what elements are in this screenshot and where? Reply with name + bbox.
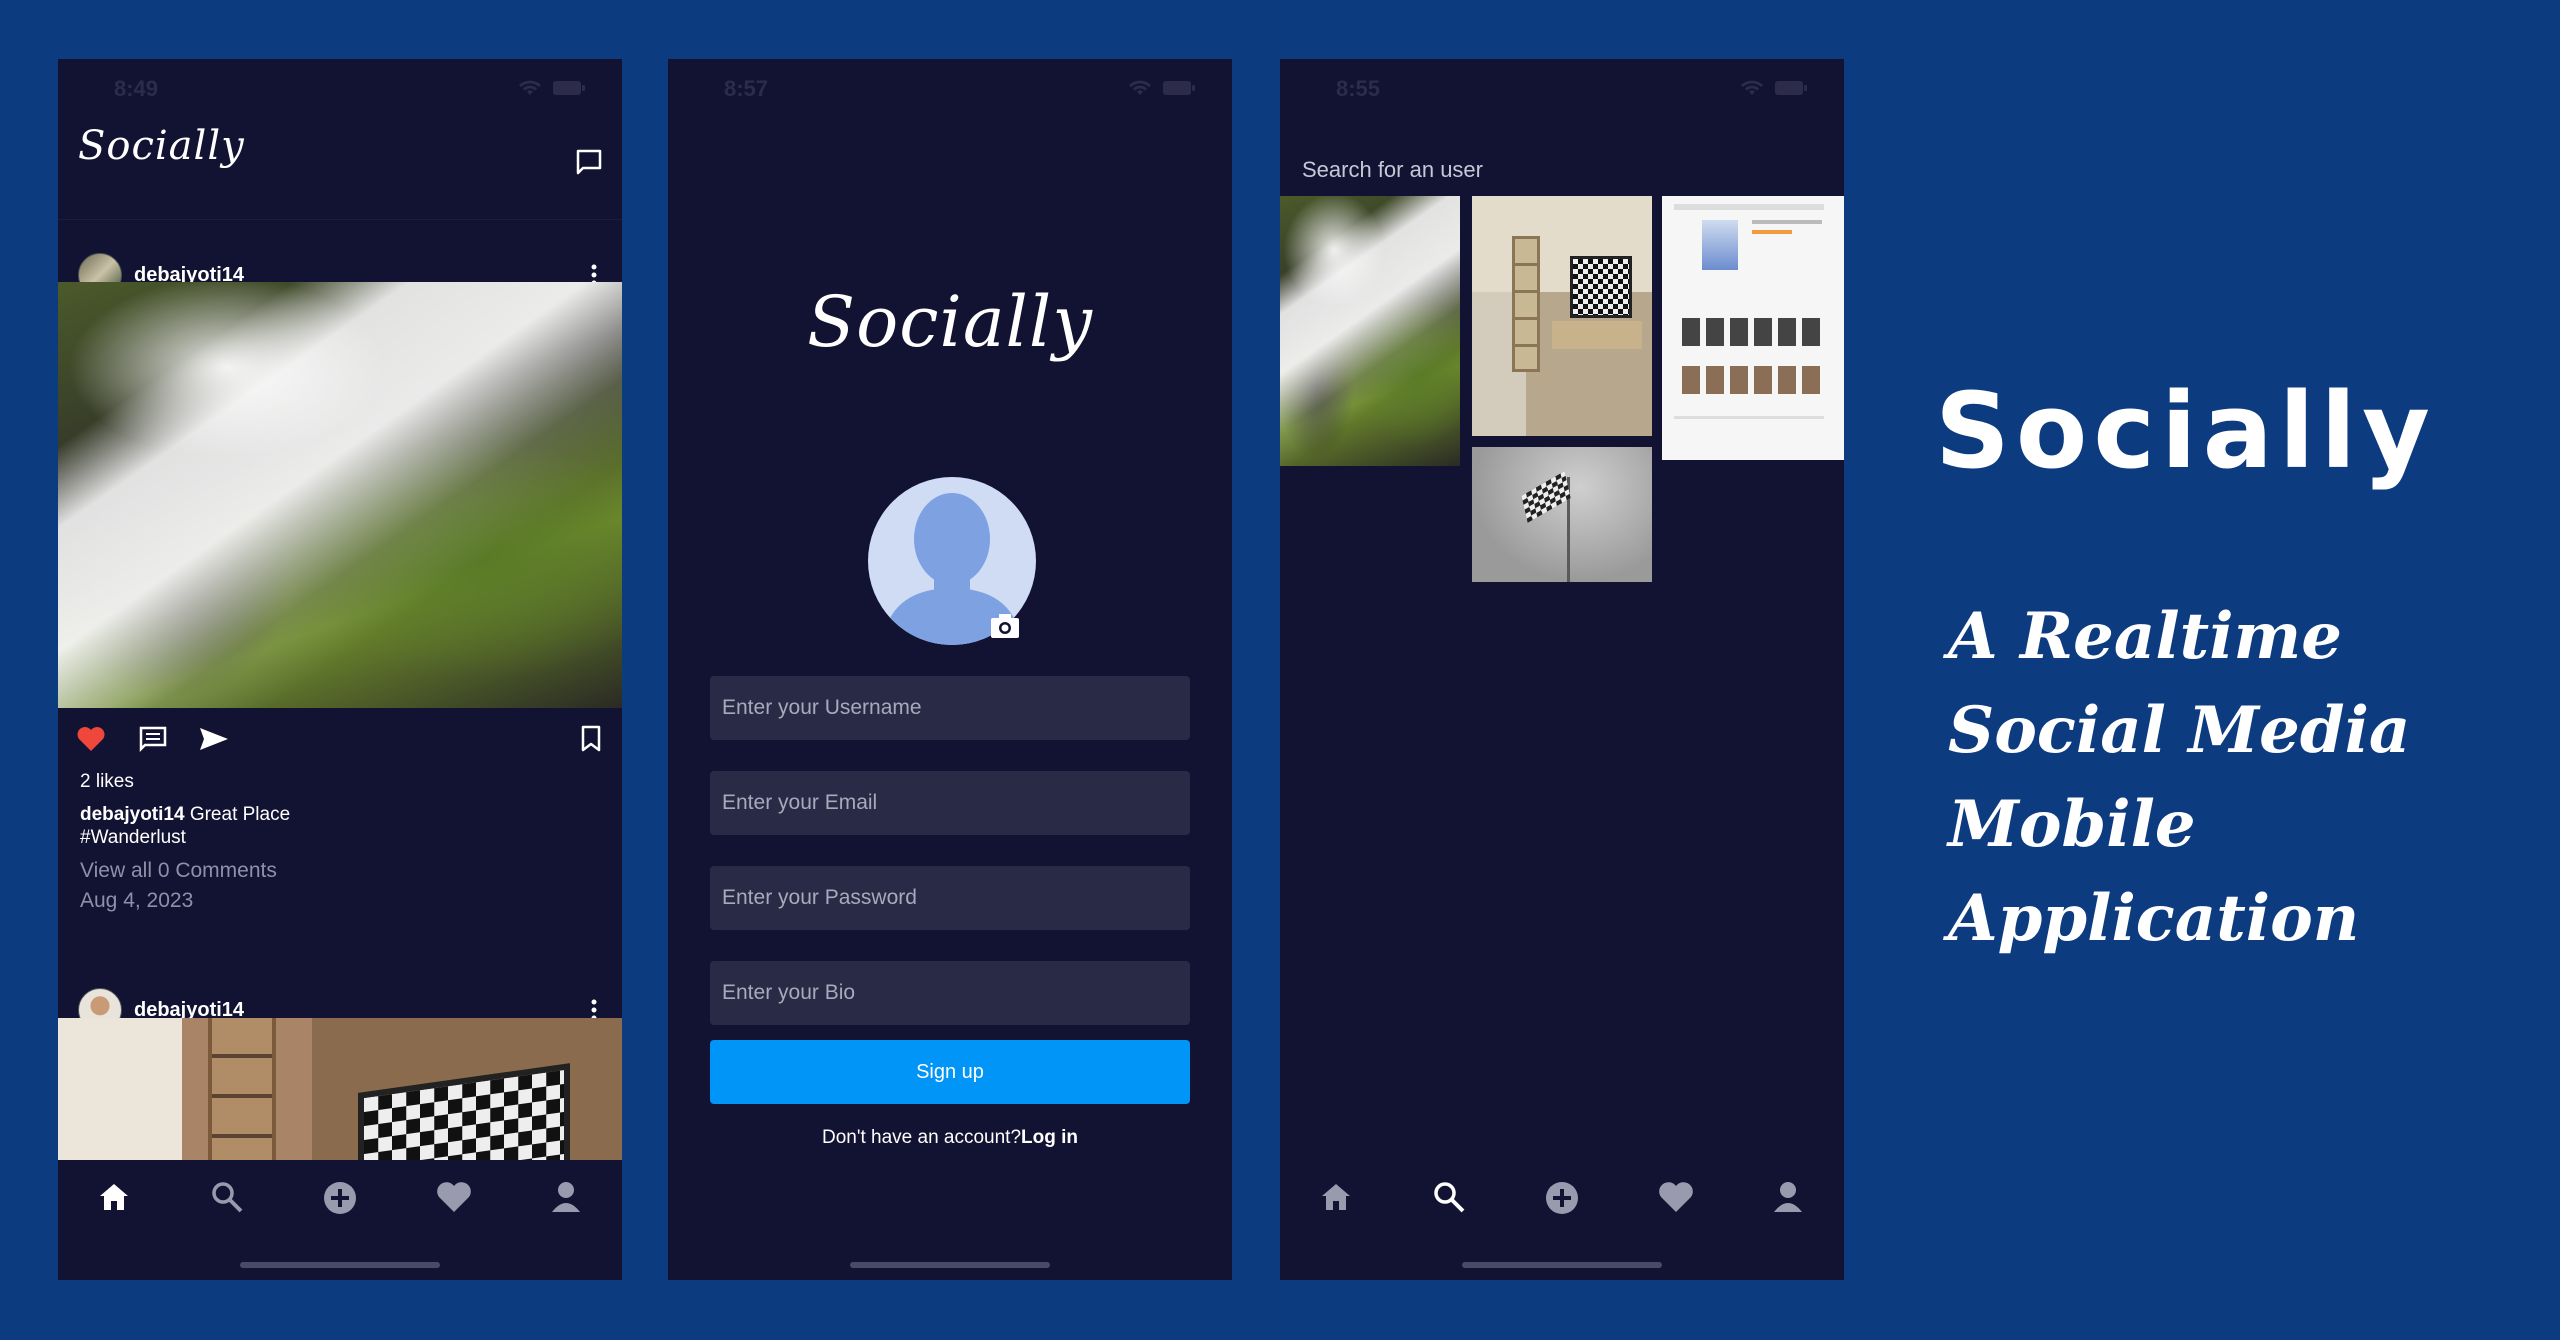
heart-icon[interactable] [1657,1180,1695,1214]
webpage-product [1702,220,1738,270]
home-indicator [240,1262,440,1268]
post-actions [58,709,622,769]
status-bar: 8:49 [58,59,622,119]
email-field[interactable] [710,771,1190,835]
bottom-nav [58,1160,622,1280]
camera-icon[interactable] [990,613,1020,639]
password-field[interactable] [710,866,1190,930]
app-logo: Socially [807,281,1093,363]
search-icon[interactable] [1432,1180,1466,1214]
home-indicator [1462,1262,1662,1268]
caption-username[interactable]: debajyoti14 [80,804,185,825]
bottom-nav [1280,1160,1844,1280]
grid-image-room[interactable] [1472,196,1652,436]
post-image[interactable] [58,1018,622,1168]
caption-hashtag[interactable]: #Wanderlust [80,827,186,848]
chat-icon[interactable] [574,147,604,177]
grid-image-waterfall[interactable] [1280,196,1460,466]
webpage-accent [1752,230,1792,234]
signup-button[interactable]: Sign up [710,1040,1190,1104]
feed-screen: 8:49 Socially debajyoti14 2 likes debajy… [58,59,622,1280]
add-circle-icon[interactable] [1544,1180,1580,1216]
post-image[interactable] [58,282,622,708]
checkered-flag [1521,471,1571,523]
home-indicator [850,1262,1050,1268]
login-link[interactable]: Log in [1021,1127,1078,1148]
wifi-icon [519,80,541,95]
promo-title: Socially [1935,370,2436,492]
home-icon[interactable] [1318,1180,1354,1212]
comment-icon[interactable] [138,725,168,753]
shelf [1512,236,1540,372]
checkerboard-tv [1570,256,1632,318]
account-prompt-text: Don't have an account? [821,1127,1022,1148]
webpage-products-row [1682,366,1822,394]
login-prompt: Don't have an account?Log in [668,1127,1232,1149]
status-time: 8:57 [724,76,769,101]
heart-icon[interactable] [435,1180,473,1214]
status-bar: 8:55 [1280,59,1844,119]
bio-field[interactable] [710,961,1190,1025]
battery-icon [553,81,585,95]
status-bar: 8:57 [668,59,1232,119]
webpage-text [1752,220,1822,224]
bookmark-icon[interactable] [580,725,602,753]
signup-screen: 8:57 Socially Sign up Don't have an acco… [668,59,1232,1280]
add-circle-icon[interactable] [322,1180,358,1216]
home-icon[interactable] [96,1180,132,1212]
post-caption: debajyoti14 Great Place #Wanderlust [80,803,290,849]
grid-image-flag[interactable] [1472,447,1652,582]
app-header: Socially [58,119,622,220]
profile-icon[interactable] [550,1180,582,1214]
post-details: 2 likes debajyoti14 Great Place #Wanderl… [80,771,290,913]
caption-text: Great Place [189,804,291,825]
search-screen: 8:55 [1280,59,1844,1280]
username-field[interactable] [710,676,1190,740]
send-icon[interactable] [198,725,230,753]
like-icon[interactable] [76,725,106,753]
like-count: 2 likes [80,771,134,792]
view-comments-link[interactable]: View all 0 Comments [80,859,290,883]
battery-icon [1163,81,1195,95]
wifi-icon [1741,80,1763,95]
status-time: 8:49 [114,76,159,101]
status-time: 8:55 [1336,76,1381,101]
search-icon[interactable] [210,1180,244,1214]
app-logo: Socially [78,123,245,169]
bookshelf [208,1018,276,1168]
checkerboard-tv [358,1063,570,1168]
grid-image-webpage[interactable] [1662,196,1844,460]
battery-icon [1775,81,1807,95]
promo-tagline: A Realtime Social Media Mobile Applicati… [1948,599,2411,956]
search-input[interactable] [1300,139,1824,201]
webpage-header-bar [1674,204,1824,210]
tv-stand [1552,321,1642,349]
webpage-products-row [1682,318,1822,346]
webpage-footer-line [1674,416,1824,419]
wifi-icon [1129,80,1151,95]
profile-icon[interactable] [1772,1180,1804,1214]
post-date: Aug 4, 2023 [80,889,194,912]
